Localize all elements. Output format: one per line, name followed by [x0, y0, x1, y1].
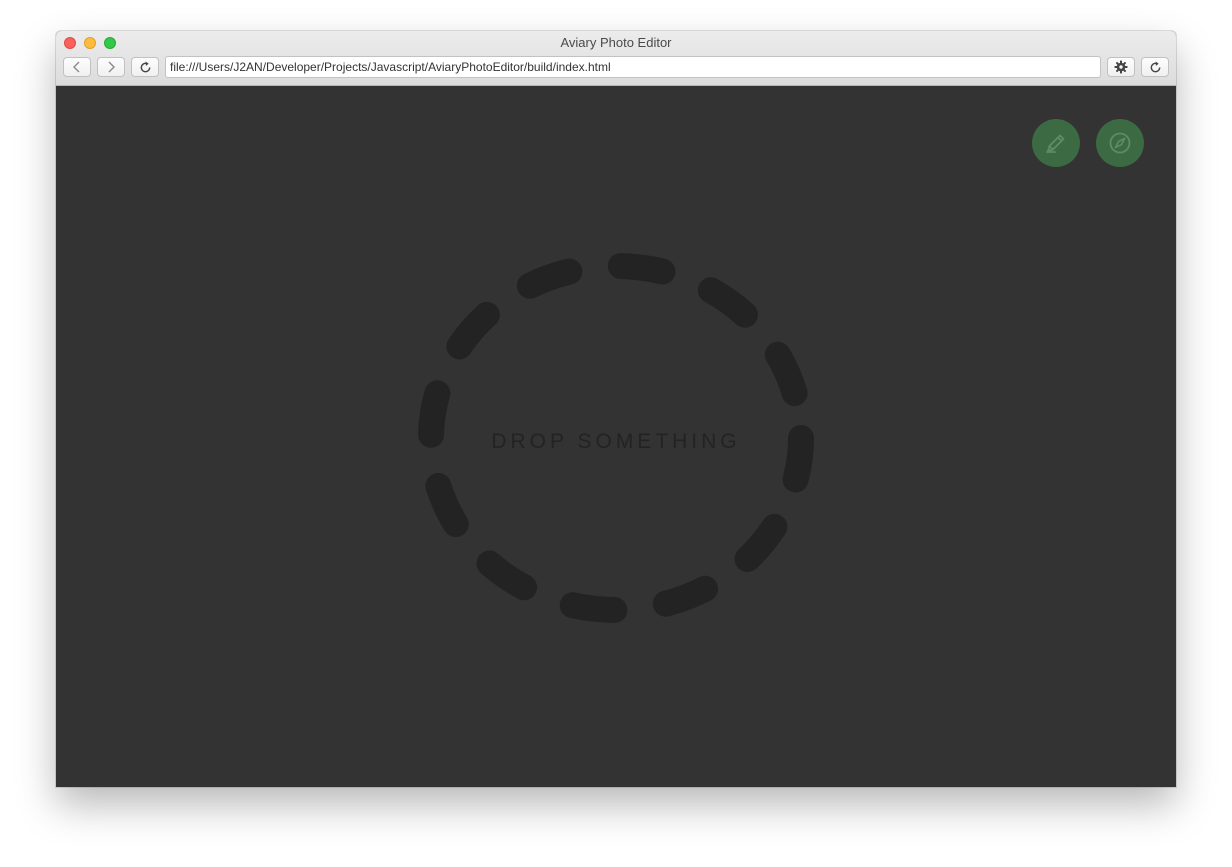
refresh-button[interactable] — [1141, 57, 1169, 77]
explore-button[interactable] — [1096, 119, 1144, 167]
gear-icon — [1114, 60, 1128, 74]
address-bar[interactable] — [165, 56, 1101, 78]
refresh-icon — [1150, 61, 1160, 72]
pencil-icon — [1046, 134, 1065, 153]
chevron-left-icon — [73, 61, 80, 73]
title-bar: Aviary Photo Editor — [56, 31, 1176, 86]
forward-button[interactable] — [97, 57, 125, 77]
edit-button[interactable] — [1032, 119, 1080, 167]
settings-button[interactable] — [1107, 57, 1135, 77]
compass-icon — [1109, 132, 1131, 154]
reload-icon — [140, 61, 150, 72]
chevron-right-icon — [108, 61, 115, 73]
window-title: Aviary Photo Editor — [560, 35, 672, 50]
editor-canvas[interactable]: DROP SOMETHING — [56, 87, 1176, 787]
drop-zone-label: DROP SOMETHING — [491, 430, 741, 453]
reload-button[interactable] — [131, 57, 159, 77]
back-button[interactable] — [63, 57, 91, 77]
drop-zone[interactable]: DROP SOMETHING — [416, 253, 816, 623]
browser-window: Aviary Photo Editor file:///Users/J2AN/D… — [56, 31, 1176, 787]
